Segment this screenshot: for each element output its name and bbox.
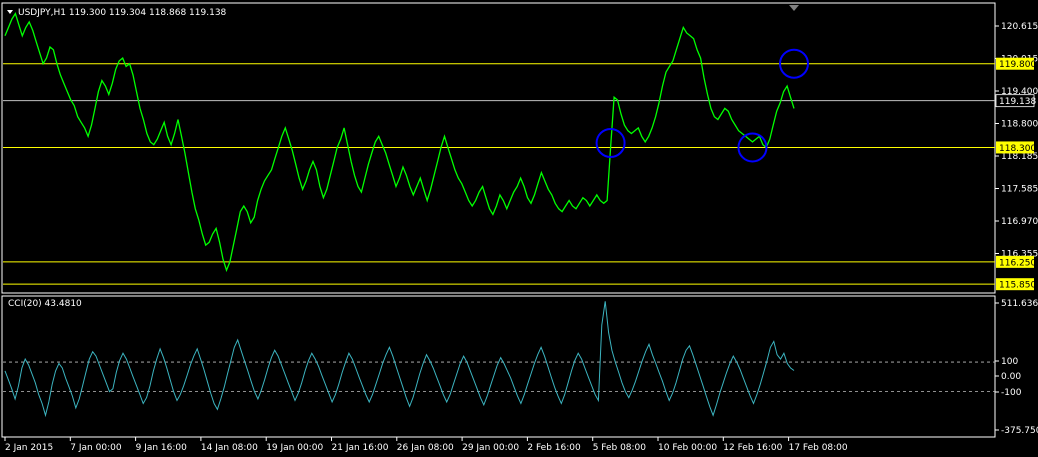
x-tick-label: 12 Feb 16:00 xyxy=(723,443,782,453)
level-label: 115.850 xyxy=(999,281,1036,291)
chart-canvas: 120.615120.015119.400118.800118.185117.5… xyxy=(0,0,1038,457)
level-label: 118.300 xyxy=(999,144,1036,154)
chart-background xyxy=(0,0,1038,457)
level-label: 116.250 xyxy=(999,258,1036,268)
x-tick-label: 26 Jan 08:00 xyxy=(397,443,454,453)
x-tick-label: 19 Jan 00:00 xyxy=(266,443,323,453)
y-tick-label: 117.585 xyxy=(1001,185,1038,195)
cci-tick-label: 511.636 xyxy=(1001,299,1038,309)
x-tick-label: 29 Jan 00:00 xyxy=(462,443,519,453)
x-tick-label: 5 Feb 08:00 xyxy=(593,443,647,453)
y-tick-label: 116.970 xyxy=(1001,217,1038,227)
main-header: USDJPY,H1 119.300 119.304 118.868 119.13… xyxy=(18,8,227,18)
level-label: 119.138 xyxy=(999,97,1036,107)
x-tick-label: 14 Jan 08:00 xyxy=(201,443,258,453)
x-tick-label: 21 Jan 16:00 xyxy=(332,443,389,453)
cci-tick-label: -100 xyxy=(1001,388,1022,398)
x-tick-label: 2 Jan 2015 xyxy=(5,443,53,453)
x-tick-label: 9 Jan 16:00 xyxy=(136,443,188,453)
y-tick-label: 118.800 xyxy=(1001,120,1038,130)
cci-header: CCI(20) 43.4810 xyxy=(8,299,82,309)
x-tick-label: 17 Feb 08:00 xyxy=(789,443,848,453)
cci-tick-label: 100 xyxy=(1001,357,1018,367)
x-tick-label: 10 Feb 00:00 xyxy=(658,443,717,453)
cci-tick-label: 0.00 xyxy=(1001,372,1021,382)
x-tick-label: 2 Feb 16:00 xyxy=(527,443,581,453)
y-tick-label: 120.615 xyxy=(1001,22,1038,32)
level-label: 119.800 xyxy=(999,60,1036,70)
x-tick-label: 7 Jan 00:00 xyxy=(70,443,122,453)
cci-tick-label: -375.7502 xyxy=(1001,426,1038,436)
